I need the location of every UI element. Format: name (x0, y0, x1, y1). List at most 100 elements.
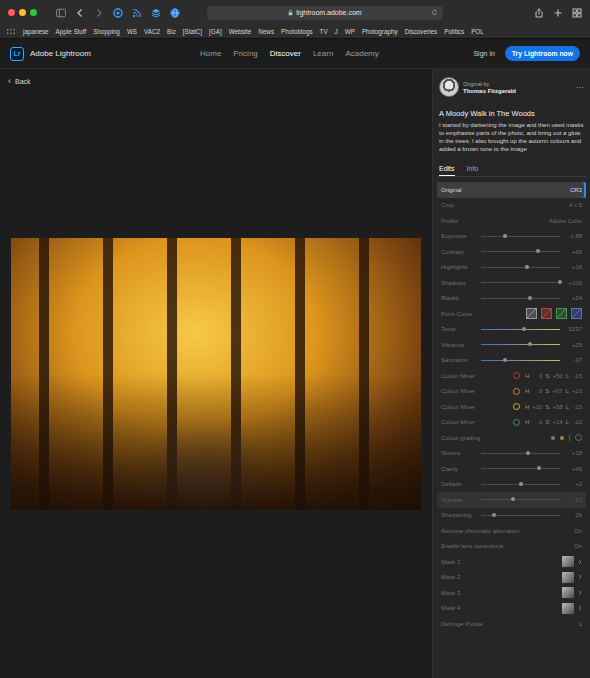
mask-thumbnail[interactable] (562, 572, 574, 583)
edit-row[interactable]: Colour MixerH0S+67L+23 (437, 384, 586, 400)
edit-row[interactable]: Crop4 x 5 (437, 198, 586, 214)
edit-row[interactable]: Clarity+49 (437, 461, 586, 477)
avatar-icon[interactable] (439, 77, 459, 97)
slider-thumb[interactable] (558, 280, 562, 284)
slider[interactable] (477, 468, 564, 469)
edit-row[interactable]: Remove chromatic aberrationOn (437, 523, 586, 539)
bookmark[interactable]: Biz (167, 28, 176, 35)
forward-icon[interactable] (94, 8, 104, 18)
slider-thumb[interactable] (519, 482, 523, 486)
close-button[interactable] (8, 9, 15, 16)
address-bar[interactable]: lightroom.adobe.com (207, 6, 443, 20)
new-tab-icon[interactable] (553, 8, 563, 18)
mask-thumbnail[interactable] (562, 587, 574, 598)
edit-row[interactable]: Contrast+45 (437, 244, 586, 260)
edit-row[interactable]: Highlights+16 (437, 260, 586, 276)
slider[interactable] (477, 484, 564, 485)
edit-row[interactable]: Shadows+100 (437, 275, 586, 291)
more-button[interactable]: ··· (576, 83, 584, 92)
slider[interactable] (477, 344, 564, 345)
back-icon[interactable] (75, 8, 85, 18)
edit-row[interactable]: Sharpening26 (437, 508, 586, 524)
nav-item[interactable]: Discover (270, 49, 301, 58)
bookmark[interactable]: Photoblogs (281, 28, 313, 35)
back-button[interactable]: ‹Back (0, 69, 432, 93)
slider-thumb[interactable] (522, 327, 526, 331)
edit-row[interactable]: Enable lens correctionsOn (437, 539, 586, 555)
slider[interactable] (477, 329, 564, 330)
bookmark[interactable]: Apple Stuff (56, 28, 87, 35)
slider-thumb[interactable] (526, 451, 530, 455)
nav-item[interactable]: Learn (313, 49, 333, 58)
tab[interactable]: Info (467, 165, 479, 176)
slider[interactable] (477, 515, 564, 516)
try-button[interactable]: Try Lightroom now (505, 46, 580, 61)
edit-row[interactable]: Vignette-17 (437, 492, 586, 508)
bookmark[interactable]: Website (229, 28, 252, 35)
edit-row[interactable]: Defringe Purple1 (437, 616, 586, 632)
author-name[interactable]: Thomas Fitzgerald (463, 88, 516, 94)
tab-overview-icon[interactable] (572, 8, 582, 18)
edit-row[interactable]: Colour grading (437, 430, 586, 446)
slider-thumb[interactable] (525, 265, 529, 269)
chevron-right-icon[interactable] (578, 574, 582, 580)
mask-thumbnail[interactable] (562, 603, 574, 614)
edit-row[interactable]: Colour MixerH-1S+14L-12 (437, 415, 586, 431)
edit-row[interactable]: Mask 2 (437, 570, 586, 586)
chevron-right-icon[interactable] (578, 590, 582, 596)
slider[interactable] (477, 282, 564, 283)
layers-icon[interactable] (151, 8, 161, 18)
curve-icon[interactable] (571, 308, 582, 319)
slider-thumb[interactable] (537, 466, 541, 470)
edit-row[interactable]: Colour MixerH+10S+58L-15 (437, 399, 586, 415)
edit-row[interactable]: Colour MixerH0S+50L-15 (437, 368, 586, 384)
edit-row[interactable]: Dehaze+2 (437, 477, 586, 493)
bookmark[interactable]: POL (471, 28, 484, 35)
edit-row[interactable]: Mask 3 (437, 585, 586, 601)
bookmark[interactable]: Photography (362, 28, 398, 35)
nav-item[interactable]: Home (200, 49, 221, 58)
brand[interactable]: LrAdobe Lightroom (10, 47, 200, 61)
edit-row[interactable]: Mask 1 (437, 554, 586, 570)
slider[interactable] (477, 453, 564, 454)
nav-item[interactable]: Pricing (233, 49, 257, 58)
nav-item[interactable]: Academy (345, 49, 378, 58)
zoom-button[interactable] (30, 9, 37, 16)
curve-icon[interactable] (556, 308, 567, 319)
bookmark[interactable]: TV (320, 28, 328, 35)
reload-icon[interactable] (431, 9, 438, 16)
chevron-right-icon[interactable] (578, 559, 582, 565)
slider-thumb[interactable] (503, 234, 507, 238)
bookmark[interactable]: WP (345, 28, 355, 35)
slider[interactable] (477, 499, 564, 500)
edit-row[interactable]: Blacks+24 (437, 291, 586, 307)
mask-thumbnail[interactable] (562, 556, 574, 567)
tab[interactable]: Edits (439, 165, 455, 176)
edit-row[interactable]: OriginalCR2 (437, 182, 586, 198)
edit-row[interactable]: Saturation-37 (437, 353, 586, 369)
edit-row[interactable]: Vibrance+25 (437, 337, 586, 353)
bookmark[interactable]: WS (127, 28, 137, 35)
edit-row[interactable]: ProfileAdobe Color (437, 213, 586, 229)
bookmark[interactable]: VAC2 (144, 28, 160, 35)
curve-icon[interactable] (526, 308, 537, 319)
slider[interactable] (477, 298, 564, 299)
sidebar-icon[interactable] (56, 8, 66, 18)
slider-thumb[interactable] (511, 497, 515, 501)
bookmark[interactable]: [GA] (209, 28, 222, 35)
slider[interactable] (477, 236, 564, 237)
bookmark[interactable]: J (335, 28, 338, 35)
lightroom-logo[interactable]: Lr (10, 47, 24, 61)
bookmark[interactable]: Discoveries (405, 28, 438, 35)
grid-icon[interactable] (6, 28, 16, 35)
extension-icon[interactable] (113, 8, 123, 18)
slider[interactable] (477, 251, 564, 252)
bookmark[interactable]: japanese (23, 28, 49, 35)
bookmark[interactable]: [StatC] (183, 28, 202, 35)
rss-icon[interactable] (132, 8, 142, 18)
bookmark[interactable]: Shopping (93, 28, 120, 35)
share-icon[interactable] (534, 8, 544, 18)
slider-thumb[interactable] (528, 296, 532, 300)
slider[interactable] (477, 267, 564, 268)
edit-row[interactable]: Mask 4 (437, 601, 586, 617)
